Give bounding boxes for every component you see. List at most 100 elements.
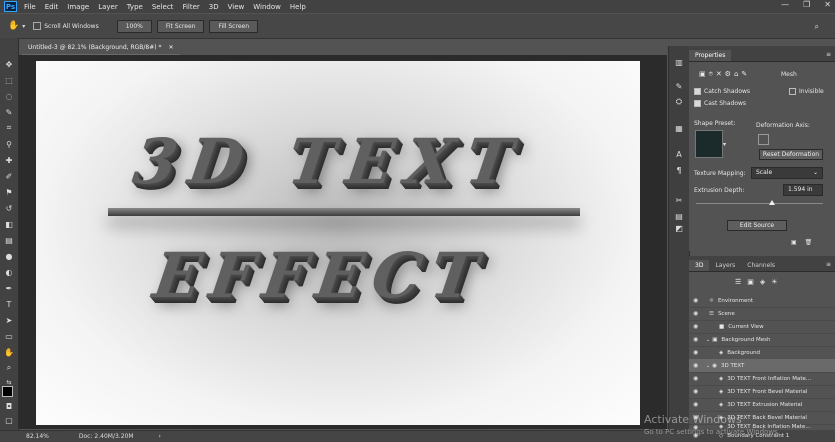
menu-type[interactable]: Type	[127, 3, 143, 11]
history-brush-icon[interactable]: ↺	[3, 202, 15, 214]
type-tool-icon[interactable]: T	[3, 298, 15, 310]
tab-3d[interactable]: 3D	[689, 260, 710, 271]
hand-tool-icon[interactable]: ✋	[3, 346, 15, 358]
extrusion-depth-field[interactable]: 1.594 in	[783, 184, 823, 196]
visibility-eye-icon[interactable]: ◉	[693, 297, 703, 304]
tool-presets-icon[interactable]: ✂	[673, 194, 685, 206]
menu-layer[interactable]: Layer	[98, 3, 118, 11]
shape-preset-dropdown-icon[interactable]: ▾	[723, 141, 726, 148]
list-item[interactable]: ◉ ☼ Environment	[689, 294, 835, 308]
foreground-color-swatch[interactable]	[2, 386, 13, 397]
menu-file[interactable]: File	[24, 3, 36, 11]
panel-menu-icon[interactable]: ≡	[826, 51, 831, 58]
brush-tool-icon[interactable]: ✐	[3, 170, 15, 182]
visibility-eye-icon[interactable]: ◉	[693, 310, 703, 317]
minimize-icon[interactable]: —	[781, 0, 789, 9]
menu-window[interactable]: Window	[253, 3, 281, 11]
rectangle-tool-icon[interactable]: ▭	[3, 330, 15, 342]
property-type-icons[interactable]: ▣⌾✕⚙⌂✎	[699, 70, 750, 79]
history-panel-icon[interactable]: ▥	[673, 56, 685, 68]
invisible-checkbox[interactable]	[789, 88, 796, 95]
edit-source-button[interactable]: Edit Source	[727, 220, 787, 231]
visibility-eye-icon[interactable]: ◉	[693, 375, 703, 382]
adjustments-panel-icon[interactable]: ⛭	[673, 96, 685, 108]
path-select-icon[interactable]: ➤	[3, 314, 15, 326]
status-menu-icon[interactable]: ›	[159, 433, 161, 440]
tool-preset-dropdown-icon[interactable]: ▾	[22, 23, 25, 30]
cast-shadows-checkbox[interactable]	[694, 100, 701, 107]
eraser-tool-icon[interactable]: ◧	[3, 218, 15, 230]
zoom-level[interactable]: 82.14%	[26, 433, 49, 440]
marquee-tool-icon[interactable]: ⬚	[3, 74, 15, 86]
properties-footer-icons[interactable]: ▣🗑	[791, 239, 820, 246]
blur-tool-icon[interactable]: ●	[3, 250, 15, 262]
list-item[interactable]: ◉ ◈ 3D TEXT Front Inflation Mate...	[689, 372, 835, 386]
pen-tool-icon[interactable]: ✒	[3, 282, 15, 294]
visibility-eye-icon[interactable]: ◉	[693, 323, 703, 330]
close-tab-icon[interactable]: ✕	[169, 44, 174, 51]
move-tool-icon[interactable]: ✥	[3, 58, 15, 70]
list-item[interactable]: ◉ ■ Current View	[689, 320, 835, 334]
document-canvas[interactable]: 3D TEXT EFFECT	[36, 61, 640, 425]
cast-shadows-row[interactable]: Cast Shadows	[694, 100, 746, 107]
tab-layers[interactable]: Layers	[709, 260, 741, 271]
panel-menu-icon[interactable]: ≡	[826, 261, 831, 268]
menu-filter[interactable]: Filter	[182, 3, 199, 11]
catch-shadows-row[interactable]: Catch Shadows	[694, 88, 750, 95]
menu-3d[interactable]: 3D	[209, 3, 219, 11]
menu-select[interactable]: Select	[152, 3, 174, 11]
3d-filter-icons[interactable]: ☰▣◈☀	[735, 278, 784, 286]
deformation-axis-icon[interactable]	[758, 134, 769, 145]
properties-panel-icon[interactable]: ▦	[673, 122, 685, 134]
menu-image[interactable]: Image	[67, 3, 89, 11]
restore-icon[interactable]: ❐	[803, 0, 810, 9]
list-item[interactable]: ◉ ◈ Background	[689, 346, 835, 360]
hand-tool-icon[interactable]: ✋	[8, 21, 19, 31]
list-item[interactable]: ◉ ⌄ ◉ 3D TEXT	[689, 359, 835, 373]
extrusion-slider-handle[interactable]	[769, 200, 775, 205]
menu-help[interactable]: Help	[290, 3, 306, 11]
invisible-row[interactable]: Invisible	[789, 88, 824, 95]
fill-screen-button[interactable]: Fill Screen	[209, 19, 259, 33]
menu-view[interactable]: View	[228, 3, 245, 11]
tab-channels[interactable]: Channels	[741, 260, 781, 271]
brush-panel-icon[interactable]: ✎	[673, 80, 685, 92]
quick-mask-icon[interactable]: ◘	[3, 400, 15, 412]
visibility-eye-icon[interactable]: ◉	[693, 336, 703, 343]
paragraph-panel-icon[interactable]: ¶	[673, 164, 685, 176]
gradient-tool-icon[interactable]: ▤	[3, 234, 15, 246]
extrusion-depth-slider[interactable]	[696, 203, 823, 204]
search-icon[interactable]: ⌕	[815, 22, 819, 32]
clone-stamp-icon[interactable]: ⚑	[3, 186, 15, 198]
list-item[interactable]: ◉ ☰ Scene	[689, 307, 835, 321]
zoom-tool-icon[interactable]: ⌕	[3, 362, 15, 374]
zoom-100-button[interactable]: 100%	[116, 19, 152, 33]
chevron-down-icon[interactable]: ⌄	[706, 363, 710, 369]
list-item[interactable]: ◉ ◈ 3D TEXT Front Bevel Material	[689, 385, 835, 399]
reset-deformation-button[interactable]: Reset Deformation	[759, 149, 823, 160]
texture-mapping-select[interactable]: Scale ⌄	[751, 167, 823, 179]
eyedropper-tool-icon[interactable]: ⚲	[3, 138, 15, 150]
visibility-eye-icon[interactable]: ◉	[693, 401, 703, 408]
healing-brush-icon[interactable]: ✚	[3, 154, 15, 166]
screen-mode-icon[interactable]: ▢	[3, 414, 15, 426]
list-item[interactable]: ◉ ⌄ ▣ Background Mesh	[689, 333, 835, 347]
crop-tool-icon[interactable]: ⌗	[3, 122, 15, 134]
layer-comps-icon[interactable]: ▤	[673, 210, 685, 222]
tab-properties[interactable]: Properties	[689, 50, 732, 61]
document-tab[interactable]: Untitled-3 @ 82.1% (Background, RGB/8#) …	[22, 40, 180, 55]
info-panel-icon[interactable]: ◩	[673, 222, 685, 234]
fit-screen-button[interactable]: Fit Screen	[156, 19, 205, 33]
visibility-eye-icon[interactable]: ◉	[693, 349, 703, 356]
list-item[interactable]: ◉ ◈ 3D TEXT Extrusion Material	[689, 398, 835, 412]
shape-preset-swatch[interactable]	[695, 130, 723, 158]
chevron-down-icon[interactable]: ⌄	[706, 337, 710, 343]
menu-edit[interactable]: Edit	[45, 3, 59, 11]
catch-shadows-checkbox[interactable]	[694, 88, 701, 95]
character-panel-icon[interactable]: A	[673, 148, 685, 160]
quick-select-tool-icon[interactable]: ✎	[3, 106, 15, 118]
visibility-eye-icon[interactable]: ◉	[693, 388, 703, 395]
scroll-all-windows-checkbox[interactable]	[33, 22, 42, 30]
dodge-tool-icon[interactable]: ◐	[3, 266, 15, 278]
close-icon[interactable]: ✕	[824, 0, 831, 9]
